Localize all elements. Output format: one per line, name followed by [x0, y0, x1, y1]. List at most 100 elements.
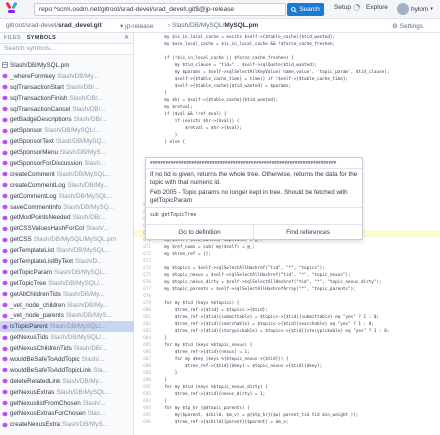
code-line[interactable]: 686 $tree_ref->{$tid}{nexus} = 1; — [134, 349, 440, 356]
symbol-item[interactable]: deleteRelatedLink Slash/DB/My... — [0, 376, 134, 387]
line-number[interactable]: 679 — [134, 300, 154, 307]
line-number[interactable] — [134, 48, 154, 55]
code-line[interactable] — [134, 48, 440, 55]
code-line[interactable]: } else { — [134, 139, 440, 146]
code-line[interactable]: } — [134, 90, 440, 97]
symbol-item[interactable]: _whereFormkey Slash/DB/My... — [0, 71, 134, 82]
line-number[interactable]: 690 — [134, 377, 154, 384]
code-line[interactable]: if (!$is_in_local_cache || $force_cache_… — [134, 55, 440, 62]
setup-link[interactable]: Setup — [334, 4, 360, 11]
line-number[interactable] — [134, 34, 154, 41]
symbol-item[interactable]: getSponsor Slash/DB/MySQL/... — [0, 125, 134, 136]
line-number[interactable] — [134, 76, 154, 83]
symbol-item[interactable]: createCommentLog Slash/DB/My... — [0, 180, 134, 191]
go-to-definition-button[interactable]: Go to definition — [146, 225, 254, 239]
line-number[interactable]: 681 — [134, 314, 154, 321]
line-number[interactable] — [134, 62, 154, 69]
code-line[interactable]: 678 — [134, 293, 440, 300]
line-number[interactable] — [134, 139, 154, 146]
line-number[interactable] — [134, 55, 154, 62]
code-line[interactable]: 695 my($parent, $child, $m_v) = @{$tp_hr… — [134, 412, 440, 419]
search-button[interactable]: Search — [287, 3, 324, 16]
code-line[interactable]: my $is_in_local_cache = exists $self->{$… — [134, 34, 440, 41]
close-icon[interactable]: ✕ — [124, 34, 129, 41]
line-number[interactable]: 680 — [134, 307, 154, 314]
code-line[interactable]: if ($val && !ref $val) { — [134, 111, 440, 118]
code-line[interactable]: my $hr = $self->{$table_cache}{$tid_want… — [134, 97, 440, 104]
code-line[interactable]: if (exists $hr->{$val}) { — [134, 118, 440, 125]
code-line[interactable]: 673 — [134, 258, 440, 265]
code-line[interactable]: 681 $tree_ref->{$tid}{submittable} = $to… — [134, 314, 440, 321]
code-line[interactable]: 692 $tree_ref->{$tid}{nexus_dirty} = 1; — [134, 391, 440, 398]
symbol-item[interactable]: getTopicTree Slash/DB/MySQL/... — [0, 278, 134, 289]
breadcrumb-path[interactable]: › Slash/DB/MySQL/MySQL.pm — [168, 22, 258, 29]
line-number[interactable]: 688 — [134, 363, 154, 370]
line-number[interactable] — [134, 132, 154, 139]
line-number[interactable] — [134, 97, 154, 104]
line-number[interactable]: 686 — [134, 349, 154, 356]
symbol-item[interactable]: getSponsorText Slash/DB/MySQ... — [0, 136, 134, 147]
symbol-item[interactable]: getAllChildrenTids Slash/DB/My... — [0, 289, 134, 300]
code-line[interactable]: 687 for my $key (keys %{$topic_nexus->{$… — [134, 356, 440, 363]
line-number[interactable]: 672 — [134, 251, 154, 258]
line-number[interactable]: 685 — [134, 342, 154, 349]
sourcegraph-logo-icon[interactable] — [5, 1, 19, 16]
code-line[interactable]: my $use_local_cache = $is_in_local_cache… — [134, 41, 440, 48]
line-number[interactable]: 696 — [134, 419, 154, 426]
symbol-item[interactable]: sqlTransactionStart Slash/DB/... — [0, 82, 134, 93]
symbol-item[interactable]: getNexusChildrenTids Slash/DB/... — [0, 343, 134, 354]
line-number[interactable] — [134, 118, 154, 125]
line-number[interactable]: 674 — [134, 265, 154, 272]
symbol-search-input[interactable]: Search symbols... — [0, 43, 133, 55]
symbol-item[interactable]: getModPointsNeeded Slash/DB/... — [0, 212, 134, 223]
code-line[interactable]: $retval = $hr->{$val}; — [134, 125, 440, 132]
code-line[interactable]: 679 for my $tid (keys %$topics) { — [134, 300, 440, 307]
symbol-item[interactable]: getTemplateListByText Slash/D... — [0, 256, 134, 267]
line-number[interactable]: 691 — [134, 384, 154, 391]
line-number[interactable] — [134, 146, 154, 153]
line-number[interactable] — [134, 41, 154, 48]
line-number[interactable]: 689 — [134, 370, 154, 377]
line-number[interactable]: 677 — [134, 286, 154, 293]
revision-selector[interactable]: ▾ jp-release — [120, 22, 154, 30]
tab-symbols[interactable]: SYMBOLS — [27, 35, 56, 41]
line-number[interactable] — [134, 111, 154, 118]
code-line[interactable]: 694 for my $tp_hr (@$topic_parents) { — [134, 405, 440, 412]
symbol-item[interactable]: getNexusExtrasForChosen Slas... — [0, 409, 134, 420]
code-line[interactable]: 689 } — [134, 370, 440, 377]
symbol-item[interactable]: getTopicParam Slash/DB/MySQL... — [0, 267, 134, 278]
code-line[interactable]: 672 my $tree_ref = {}; — [134, 251, 440, 258]
line-number[interactable]: 687 — [134, 356, 154, 363]
settings-link[interactable]: ⚙ Settings — [392, 22, 423, 30]
search-input[interactable]: repo:^scm\.osdn\.net/gitroot/srad-devel/… — [34, 3, 286, 16]
code-line[interactable]: 696 $tree_ref->{$child}{parent}{$parent}… — [134, 419, 440, 426]
line-number[interactable]: 695 — [134, 412, 154, 419]
symbol-item[interactable]: isTopicParent Slash/DB/MySQL/... — [0, 321, 134, 333]
code-line[interactable]: 690 } — [134, 377, 440, 384]
symbol-item[interactable]: _vet_node_parents Slash/DB/MyS... — [0, 310, 134, 321]
code-line[interactable]: 671 my $ref_nums = sub( my($self) = @_; — [134, 244, 440, 251]
line-number[interactable] — [134, 69, 154, 76]
symbol-item[interactable]: _vet_node_children Slash/DB/My... — [0, 300, 134, 311]
code-line[interactable]: 688 $tree_ref->{$tid}{$key} = $topic_nex… — [134, 363, 440, 370]
symbol-item[interactable]: getCommentLog Slash/DB/MySQL... — [0, 191, 134, 202]
code-line[interactable] — [134, 146, 440, 153]
code-line[interactable]: $self->{$table_cache}{$tid_wanted} = $pa… — [134, 83, 440, 90]
symbol-item[interactable]: getCSS Slash/DB/MySQL/MySQL.pm — [0, 234, 134, 245]
line-number[interactable]: 684 — [134, 335, 154, 342]
symbol-item[interactable]: getTemplateList Slash/DB/MySQL... — [0, 245, 134, 256]
symbol-item[interactable]: getNexuslistFromChosen Slash/... — [0, 398, 134, 409]
line-number[interactable]: 694 — [134, 405, 154, 412]
code-line[interactable]: 680 $tree_ref->{$tid} = $topics->{$tid}; — [134, 307, 440, 314]
symbol-item[interactable]: getCSSValuesHashForCol Slash/... — [0, 223, 134, 234]
symbol-item[interactable]: sqlTransactionFinish Slash/DB/... — [0, 93, 134, 104]
line-number[interactable]: 682 — [134, 321, 154, 328]
code-line[interactable]: 684 } — [134, 335, 440, 342]
explore-link[interactable]: Explore — [366, 4, 388, 11]
line-number[interactable]: 693 — [134, 398, 154, 405]
code-line[interactable]: 674 my $topics = $self->sqlSelectAllHash… — [134, 265, 440, 272]
tab-files[interactable]: FILES — [4, 35, 21, 41]
line-number[interactable]: 675 — [134, 272, 154, 279]
line-number[interactable]: 671 — [134, 244, 154, 251]
symbol-item[interactable]: createNexusExtra Slash/DB/MyS... — [0, 419, 134, 430]
